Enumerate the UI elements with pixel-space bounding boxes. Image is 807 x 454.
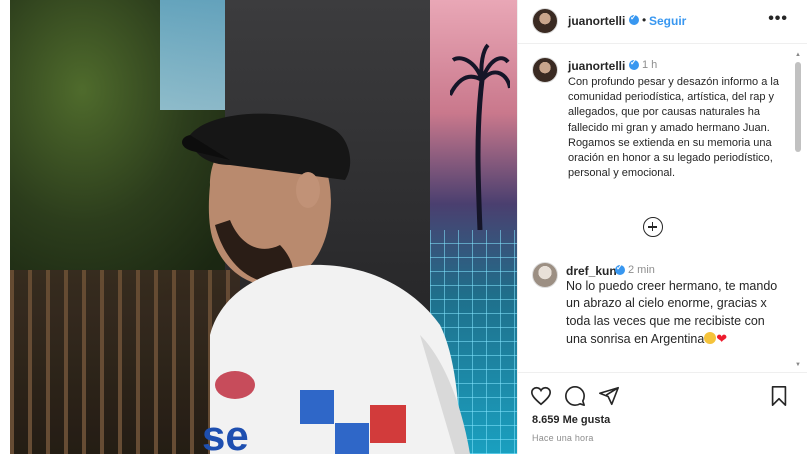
post-header: juanortelli • Seguir ••• [518,0,807,44]
post-sidebar: juanortelli • Seguir ••• juanortelli 1 h… [517,0,807,454]
instagram-post-window: se juanortelli • Seguir ••• juanortelli … [0,0,807,454]
comment-text: No lo puedo creer hermano, te mando un a… [566,278,788,349]
comment-timestamp[interactable]: 2 min [628,264,655,276]
sad-face-emoji-icon [704,332,717,345]
comment-text-content: No lo puedo creer hermano, te mando un a… [566,279,778,347]
comment-username[interactable]: dref_kun [566,264,617,278]
scrollbar-thumb[interactable] [795,62,801,152]
follow-button[interactable]: Seguir [649,14,686,28]
plus-circle-icon[interactable] [643,217,663,237]
verified-badge-icon [629,13,639,25]
comment-avatar[interactable] [532,262,558,288]
more-options-icon[interactable]: ••• [768,10,788,28]
header-separator: • [642,13,647,27]
heart-icon[interactable] [530,385,552,407]
like-count[interactable]: 8.659 Me gusta [532,414,610,426]
scrollbar[interactable]: ▲ ▼ [795,52,801,368]
caption-username[interactable]: juanortelli [568,59,625,73]
author-username[interactable]: juanortelli [568,14,625,28]
post-timestamp[interactable]: Hace una hora [532,433,594,443]
svg-text:se: se [202,412,249,454]
author-avatar[interactable] [532,8,558,34]
verified-badge-icon [629,58,639,70]
photo-person: se [182,113,470,454]
caption-timestamp[interactable]: 1 h [642,59,657,71]
scroll-down-arrow-icon[interactable]: ▼ [795,362,801,368]
caption-avatar[interactable] [532,57,558,83]
comments-scroll-area[interactable]: juanortelli 1 h Con profundo pesar y des… [518,45,807,371]
post-actions: 8.659 Me gusta Hace una hora [518,372,807,454]
caption-text: Con profundo pesar y desazón informo a l… [568,76,779,180]
post-photo[interactable]: se [10,0,517,454]
bookmark-icon[interactable] [768,385,790,407]
heart-emoji-icon: ❤ [716,331,728,347]
scroll-up-arrow-icon[interactable]: ▲ [795,52,801,58]
comment-icon[interactable] [564,385,586,407]
photo-sky [160,0,230,110]
verified-badge-icon [615,263,625,275]
share-icon[interactable] [598,385,620,407]
